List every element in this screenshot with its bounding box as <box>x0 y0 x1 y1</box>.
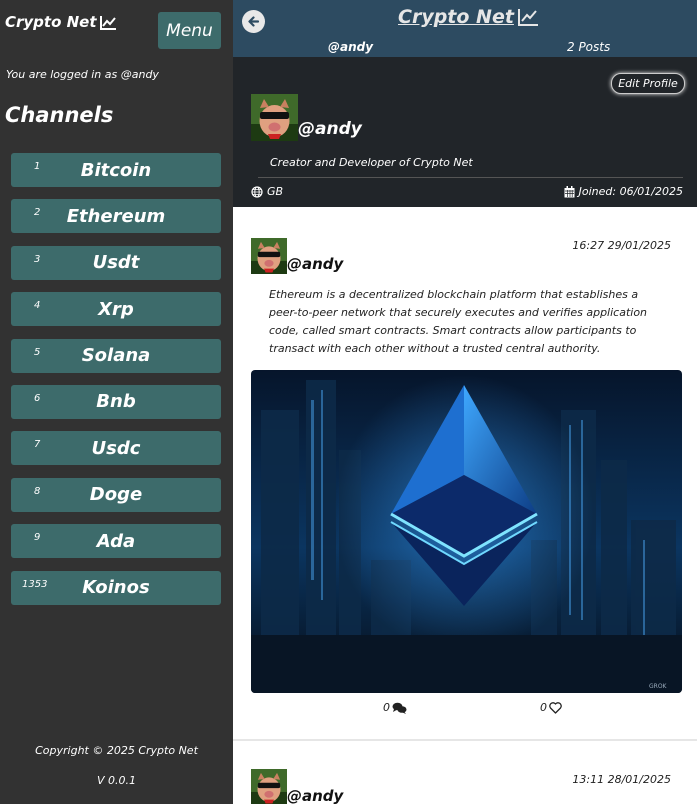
channel-number: 5 <box>34 346 41 358</box>
channel-list: 1 Bitcoin 2 Ethereum 3 Usdt 4 Xrp 5 Sola… <box>11 153 221 617</box>
avatar[interactable] <box>251 238 287 274</box>
channel-name: Bnb <box>96 391 136 413</box>
channel-name: Usdc <box>91 437 141 459</box>
channel-number: 1353 <box>22 578 48 590</box>
channel-number: 1 <box>34 161 41 172</box>
channel-name: Bitcoin <box>80 159 152 181</box>
channel-item-solana[interactable]: 5 Solana <box>11 338 221 373</box>
channel-name: Usdt <box>92 252 140 274</box>
comments-icon <box>392 702 407 714</box>
comment-count: 0 <box>383 701 390 714</box>
channel-name: Solana <box>81 345 151 367</box>
channel-item-usdc[interactable]: 7 Usdc <box>11 431 221 466</box>
post-username[interactable]: @andy <box>287 787 343 804</box>
profile-country: GB <box>251 185 283 198</box>
profile-username: @andy <box>298 119 362 139</box>
post-timestamp: 16:27 29/01/2025 <box>572 239 671 252</box>
avatar[interactable] <box>251 94 298 141</box>
post-card: @andy 13:11 28/01/2025 <box>233 741 697 804</box>
menu-button[interactable]: Menu <box>158 12 221 49</box>
channel-item-bnb[interactable]: 6 Bnb <box>11 384 221 419</box>
globe-icon <box>251 185 263 198</box>
joined-date: Joined: 06/01/2025 <box>578 185 683 198</box>
sidebar-brand[interactable]: Crypto Net <box>5 13 117 31</box>
copyright-text: Copyright © 2025 Crypto Net <box>35 744 198 757</box>
post-timestamp: 13:11 28/01/2025 <box>572 773 671 786</box>
channel-item-xrp[interactable]: 4 Xrp <box>11 292 221 327</box>
channel-number: 8 <box>34 485 41 497</box>
version-text: V 0.0.1 <box>96 774 136 787</box>
channel-number: 7 <box>34 439 41 451</box>
comment-count-button[interactable]: 0 <box>383 701 407 714</box>
channel-item-usdt[interactable]: 3 Usdt <box>11 245 221 280</box>
calendar-icon <box>564 185 575 197</box>
top-header: Crypto Net @andy 2 Posts <box>233 0 697 57</box>
profile-card: Edit Profile @andy Creator and Developer… <box>233 57 697 207</box>
arrow-left-icon <box>248 16 260 27</box>
edit-profile-button[interactable]: Edit Profile <box>611 73 685 94</box>
header-post-count: 2 Posts <box>567 40 611 54</box>
logged-in-text: You are logged in as @andy <box>6 68 159 81</box>
profile-joined: Joined: 06/01/2025 <box>564 185 683 198</box>
channel-name: Doge <box>89 484 143 506</box>
channel-item-ada[interactable]: 9 Ada <box>11 524 221 559</box>
like-count-button[interactable]: 0 <box>540 701 562 714</box>
avatar[interactable] <box>251 769 287 804</box>
channel-number: 6 <box>34 392 41 404</box>
channel-number: 4 <box>34 300 41 312</box>
post-username[interactable]: @andy <box>287 255 343 273</box>
header-username: @andy <box>328 40 374 54</box>
channel-number: 9 <box>34 532 41 544</box>
chart-line-icon <box>517 9 538 26</box>
channel-name: Ethereum <box>66 205 166 227</box>
back-button[interactable] <box>242 10 265 33</box>
app-title: Crypto Net <box>398 6 514 28</box>
image-watermark: GROK <box>649 683 668 690</box>
post-card: @andy 16:27 29/01/2025 Ethereum is a dec… <box>233 207 697 739</box>
channel-number: 2 <box>34 207 41 219</box>
channel-item-doge[interactable]: 8 Doge <box>11 477 221 512</box>
channel-item-ethereum[interactable]: 2 Ethereum <box>11 199 221 234</box>
channels-heading: Channels <box>5 103 114 127</box>
country-code: GB <box>267 185 284 198</box>
app-title-link[interactable]: Crypto Net <box>398 6 539 28</box>
chart-line-icon <box>99 15 116 30</box>
channel-item-bitcoin[interactable]: 1 Bitcoin <box>11 153 221 187</box>
profile-bio: Creator and Developer of Crypto Net <box>270 156 473 169</box>
post-image[interactable]: GROK <box>251 370 682 693</box>
ethereum-city-image: GROK <box>251 370 682 693</box>
profile-divider <box>258 177 683 178</box>
channel-name: Ada <box>96 530 136 552</box>
channel-item-koinos[interactable]: 1353 Koinos <box>11 570 221 605</box>
post-text: Ethereum is a decentralized blockchain p… <box>269 288 648 355</box>
channel-name: Koinos <box>82 577 150 599</box>
channel-name: Xrp <box>98 298 134 320</box>
channel-number: 3 <box>34 253 41 265</box>
brand-label: Crypto Net <box>5 13 97 31</box>
heart-icon <box>549 701 562 714</box>
like-count: 0 <box>540 701 547 714</box>
sidebar: Crypto Net Menu You are logged in as @an… <box>0 0 233 804</box>
